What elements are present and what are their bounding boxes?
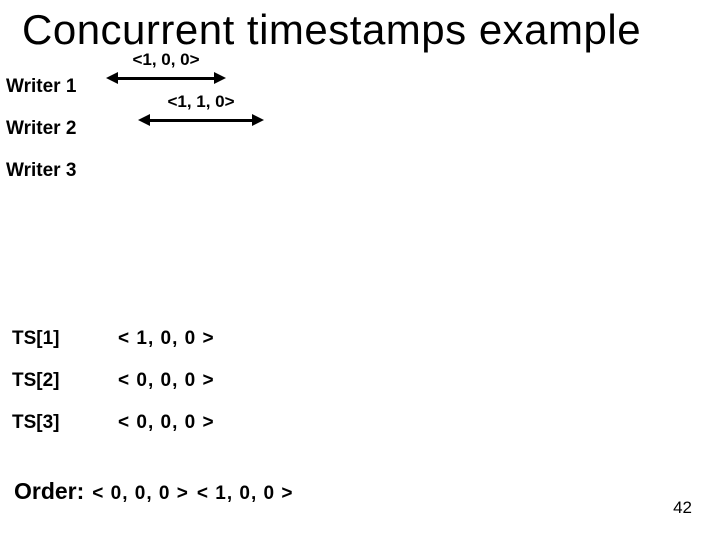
- ts-1-label: TS[1]: [12, 328, 118, 350]
- order-value-1: < 0, 0, 0 >: [92, 483, 189, 505]
- arrow-right-icon: [214, 72, 226, 84]
- arrow-right-icon: [252, 114, 264, 126]
- ts-3-label: TS[3]: [12, 412, 118, 434]
- page-number: 42: [673, 498, 692, 518]
- ts-row-1: TS[1] < 1, 0, 0 >: [12, 318, 215, 360]
- order-row: Order: < 0, 0, 0 > < 1, 0, 0 >: [14, 478, 293, 505]
- writer-2-row: Writer 2 <1, 1, 0>: [6, 108, 406, 150]
- writer-1-label: Writer 1: [6, 76, 106, 98]
- writer-2-timestamp: <1, 1, 0>: [167, 92, 234, 112]
- writer-2-label: Writer 2: [6, 118, 106, 140]
- order-label: Order:: [14, 478, 84, 505]
- writer-3-row: Writer 3: [6, 150, 406, 192]
- ts-2-value: < 0, 0, 0 >: [118, 370, 215, 392]
- writer-1-arrow: <1, 0, 0>: [106, 72, 226, 84]
- writer-3-label: Writer 3: [6, 160, 106, 182]
- arrow-left-icon: [106, 72, 118, 84]
- ts-1-value: < 1, 0, 0 >: [118, 328, 215, 350]
- ts-3-value: < 0, 0, 0 >: [118, 412, 215, 434]
- ts-2-label: TS[2]: [12, 370, 118, 392]
- ts-row-3: TS[3] < 0, 0, 0 >: [12, 402, 215, 444]
- arrow-left-icon: [138, 114, 150, 126]
- ts-row-2: TS[2] < 0, 0, 0 >: [12, 360, 215, 402]
- writer-1-timestamp: <1, 0, 0>: [132, 50, 199, 70]
- timestamp-table: TS[1] < 1, 0, 0 > TS[2] < 0, 0, 0 > TS[3…: [12, 318, 215, 444]
- order-value-2: < 1, 0, 0 >: [197, 483, 294, 505]
- writer-2-arrow: <1, 1, 0>: [138, 114, 264, 126]
- slide-title: Concurrent timestamps example: [0, 0, 720, 54]
- writers-timeline: Writer 1 <1, 0, 0> Writer 2 <1, 1, 0> Wr…: [6, 66, 406, 192]
